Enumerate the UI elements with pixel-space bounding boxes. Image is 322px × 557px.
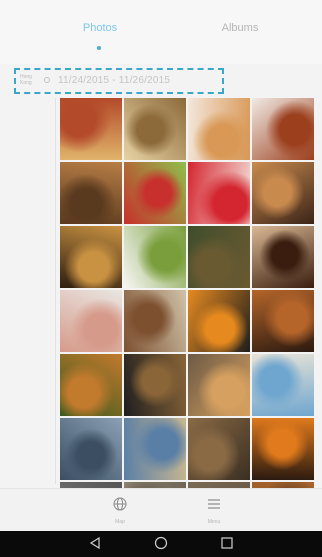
photo-thumbnail-sashimi[interactable]	[60, 290, 122, 352]
photo-thumbnail-croissants[interactable]	[252, 290, 314, 352]
tab-albums[interactable]: Albums	[190, 22, 290, 34]
active-tab-indicator	[97, 46, 101, 50]
recents-icon[interactable]	[220, 536, 234, 550]
photo-thumbnail-bicycle[interactable]	[188, 418, 250, 480]
photo-thumbnail-pumpkins[interactable]	[252, 418, 314, 480]
photo-thumbnail-boardwalk[interactable]	[124, 418, 186, 480]
bottom-toolbar: Map Menu	[0, 488, 322, 531]
photo-thumbnail-soup-bowl[interactable]	[60, 354, 122, 416]
photo-grid	[60, 98, 314, 544]
timeline-node-icon	[44, 77, 50, 83]
photo-thumbnail-bell-peppers[interactable]	[188, 162, 250, 224]
photo-thumbnail-photo-collage[interactable]	[60, 98, 122, 160]
photo-thumbnail-cloudy-sky[interactable]	[60, 418, 122, 480]
timeline-line	[55, 98, 56, 484]
photo-thumbnail-beach-sunset[interactable]	[188, 354, 250, 416]
photo-thumbnail-donuts[interactable]	[188, 98, 250, 160]
photo-thumbnail-baguettes[interactable]	[60, 226, 122, 288]
menu-icon	[208, 499, 220, 509]
photo-thumbnail-photo-collage[interactable]	[124, 98, 186, 160]
photo-thumbnail-beach-chair[interactable]	[252, 354, 314, 416]
tab-bar: Photos Albums	[0, 0, 322, 64]
timeline-date-header[interactable]: Hong Kong 11/24/2015 - 11/26/2015	[14, 68, 226, 96]
photo-thumbnail-chestnut-basket[interactable]	[60, 162, 122, 224]
map-label: Map	[115, 519, 125, 525]
photo-thumbnail-fruit-skewer[interactable]	[124, 162, 186, 224]
menu-button[interactable]: Menu	[194, 497, 234, 525]
home-icon[interactable]	[154, 536, 168, 550]
system-nav-bar	[0, 531, 322, 557]
photo-thumbnail-fruit-stack[interactable]	[188, 290, 250, 352]
date-range-label: 11/24/2015 - 11/26/2015	[58, 75, 171, 86]
photo-thumbnail-buffet[interactable]	[188, 226, 250, 288]
photo-thumbnail-pie[interactable]	[252, 98, 314, 160]
photo-thumbnail-bread-loaves[interactable]	[124, 290, 186, 352]
location-label: Hong Kong	[20, 74, 32, 86]
back-icon[interactable]	[88, 536, 102, 550]
globe-icon	[113, 497, 127, 511]
photo-thumbnail-teapot-set[interactable]	[124, 354, 186, 416]
photo-thumbnail-donuts[interactable]	[252, 162, 314, 224]
menu-label: Menu	[207, 519, 221, 525]
photo-thumbnail-salad-plate[interactable]	[124, 226, 186, 288]
photo-thumbnail-chocolate-cake[interactable]	[252, 226, 314, 288]
map-button[interactable]: Map	[100, 497, 140, 525]
timeline-rail	[0, 64, 60, 488]
tab-photos[interactable]: Photos	[50, 22, 150, 34]
